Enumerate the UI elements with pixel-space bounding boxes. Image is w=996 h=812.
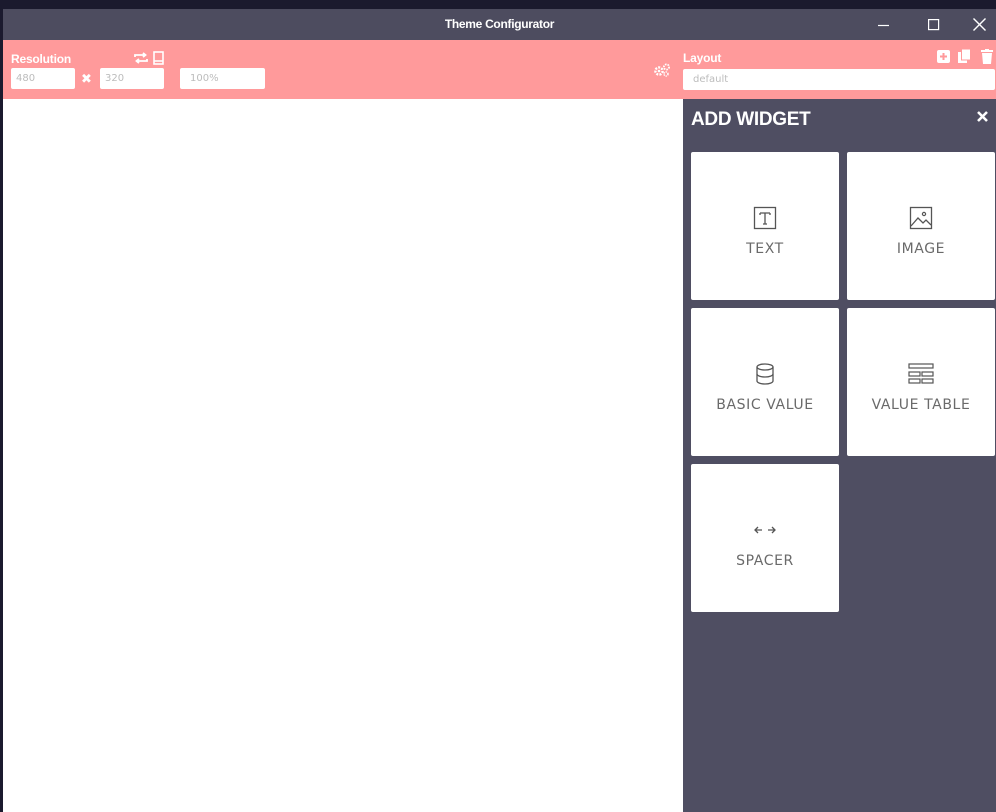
layout-label: Layout	[683, 51, 722, 65]
widget-label: VALUE TABLE	[871, 397, 971, 413]
image-icon	[909, 206, 933, 230]
widget-label: TEXT	[746, 241, 784, 257]
close-icon	[972, 18, 986, 31]
rotate-icon[interactable]	[133, 52, 149, 64]
minimize-button[interactable]	[861, 9, 907, 40]
table-icon	[908, 363, 934, 384]
close-button[interactable]	[956, 9, 996, 40]
delete-layout-icon[interactable]	[981, 49, 993, 64]
maximize-button[interactable]	[911, 9, 957, 40]
layout-input[interactable]	[683, 69, 995, 90]
copy-layout-icon[interactable]	[958, 49, 971, 64]
widget-tile-image[interactable]: IMAGE	[847, 152, 995, 300]
text-icon	[753, 206, 777, 230]
maximize-icon	[928, 18, 940, 30]
add-widget-panel: ADD WIDGET TEXT IMAGE BASIC VALUE VALUE …	[683, 99, 996, 812]
app-window: Theme Configurator Resolution ✖	[3, 9, 996, 812]
panel-close-icon[interactable]	[977, 111, 988, 122]
arrows-horizontal-icon	[754, 526, 776, 534]
panel-title: ADD WIDGET	[691, 109, 811, 130]
window-title: Theme Configurator	[444, 17, 555, 31]
height-input[interactable]	[100, 68, 164, 89]
toolbar: Resolution ✖ Layout	[3, 40, 996, 99]
add-layout-icon[interactable]	[937, 50, 950, 63]
widget-label: BASIC VALUE	[716, 397, 814, 413]
database-icon	[756, 363, 774, 385]
minimize-icon	[878, 24, 889, 26]
multiply-icon: ✖	[81, 71, 92, 86]
settings-gears-icon[interactable]	[653, 63, 671, 77]
title-bar[interactable]: Theme Configurator	[3, 9, 996, 40]
preview-canvas[interactable]	[3, 99, 683, 812]
widget-label: SPACER	[736, 553, 794, 569]
device-icon[interactable]	[153, 51, 164, 65]
widget-label: IMAGE	[896, 241, 946, 257]
zoom-input[interactable]	[180, 68, 265, 89]
widget-tile-basic-value[interactable]: BASIC VALUE	[691, 308, 839, 456]
widget-tile-spacer[interactable]: SPACER	[691, 464, 839, 612]
resolution-label: Resolution	[11, 52, 71, 66]
widget-tile-text[interactable]: TEXT	[691, 152, 839, 300]
width-input[interactable]	[11, 68, 75, 89]
widget-tile-value-table[interactable]: VALUE TABLE	[847, 308, 995, 456]
